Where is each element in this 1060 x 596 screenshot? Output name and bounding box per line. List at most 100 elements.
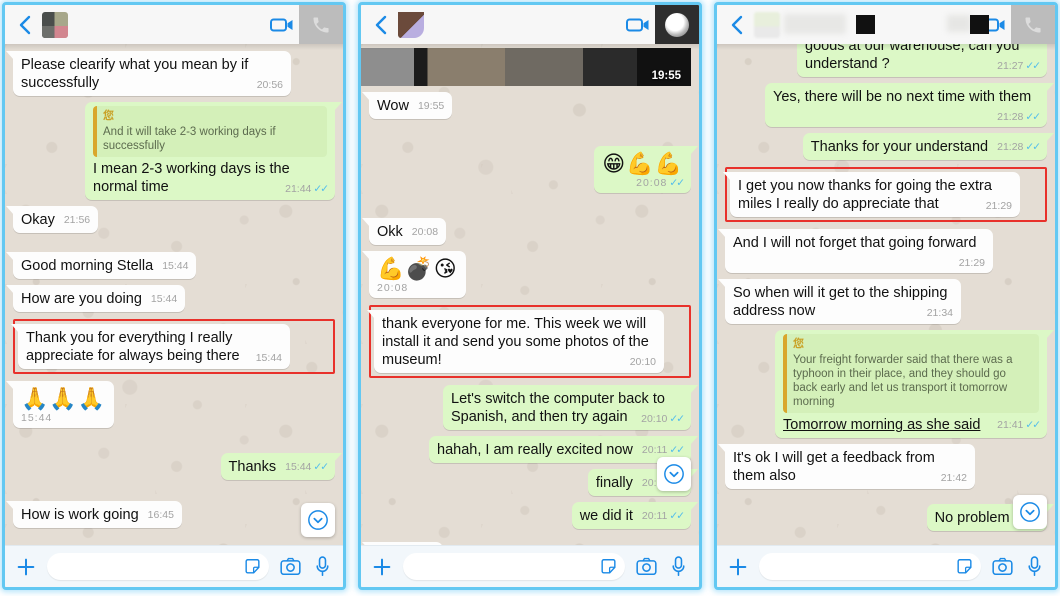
message-row[interactable]: 您 Your freight forwarder said that there… xyxy=(725,330,1054,438)
message-row[interactable]: Okay 21:56 xyxy=(5,206,335,233)
header-shadow xyxy=(5,44,343,50)
message-row[interactable]: And I will not forget that going forward… xyxy=(718,229,1047,273)
microphone-icon[interactable] xyxy=(311,556,333,577)
emoji-message-bubble[interactable]: 💪💣😘 20:08 xyxy=(362,251,466,298)
message-row[interactable]: Thanks 15:44 ✓✓ xyxy=(13,453,343,480)
message-input[interactable] xyxy=(766,555,955,578)
message-input-field[interactable] xyxy=(47,553,269,580)
sticker-icon[interactable] xyxy=(955,557,974,576)
chat-body-3[interactable]: goods at our warehouse, can you understa… xyxy=(717,44,1055,545)
message-bubble[interactable]: How are you doing 15:44 xyxy=(5,285,186,312)
message-input[interactable] xyxy=(54,555,243,578)
emoji-message-bubble[interactable]: 🙏🙏🙏 15:44 xyxy=(5,381,115,428)
message-row[interactable]: 您 And it will take 2-3 working days if s… xyxy=(13,102,342,200)
message-input-field[interactable] xyxy=(759,553,981,580)
message-text: I get you now thanks for going the extra… xyxy=(738,178,992,212)
plus-icon[interactable] xyxy=(371,556,393,578)
voice-call-icon[interactable] xyxy=(655,5,699,44)
message-input-field[interactable] xyxy=(403,553,625,580)
message-bubble[interactable]: How is work going 16:45 xyxy=(6,501,182,528)
message-bubble[interactable]: Please clearify what you mean by if succ… xyxy=(6,51,291,96)
message-bubble[interactable]: And I will not forget that going forward… xyxy=(718,229,993,273)
video-call-icon[interactable] xyxy=(621,5,655,44)
photo-message[interactable]: 19:55 xyxy=(361,48,691,86)
scroll-to-bottom-button[interactable] xyxy=(1013,495,1047,529)
contact-name-redacted[interactable] xyxy=(72,12,265,38)
voice-call-icon[interactable] xyxy=(299,5,343,44)
message-bubble[interactable]: Thanks 15:44 ✓✓ xyxy=(220,453,343,480)
back-chevron-icon[interactable] xyxy=(13,12,35,38)
message-bubble[interactable]: we did it 20:11 ✓✓ xyxy=(571,502,699,529)
back-chevron-icon[interactable] xyxy=(725,12,747,38)
back-chevron-icon[interactable] xyxy=(369,12,391,38)
message-row[interactable]: How is work going 16:45 xyxy=(6,501,335,528)
message-row[interactable]: Okk 20:08 xyxy=(361,218,691,245)
message-bubble[interactable]: Thank you for everything I really apprec… xyxy=(11,324,290,369)
message-bubble[interactable]: I get you now thanks for going the extra… xyxy=(723,172,1020,217)
message-row[interactable]: Let's switch the computer back to Spanis… xyxy=(369,385,698,430)
camera-icon[interactable] xyxy=(635,557,657,576)
message-row[interactable]: 🙏🙏🙏 15:44 xyxy=(5,381,335,428)
message-bubble[interactable]: hahah, I am really excited now 20:11 ✓✓ xyxy=(429,436,698,463)
message-bubble[interactable]: 您 Your freight forwarder said that there… xyxy=(775,330,1054,438)
sticker-icon[interactable] xyxy=(243,557,262,576)
message-row[interactable]: goods at our warehouse, can you understa… xyxy=(725,44,1047,77)
message-row[interactable]: yes 20:12 xyxy=(362,542,691,545)
avatar[interactable] xyxy=(42,11,68,38)
contact-name-redacted[interactable] xyxy=(784,12,989,38)
message-bubble[interactable]: Let's switch the computer back to Spanis… xyxy=(443,385,698,430)
message-bubble[interactable]: Okay 21:56 xyxy=(5,206,99,233)
message-bubble[interactable]: yes 20:12 xyxy=(362,542,443,545)
message-text: Okk xyxy=(377,224,403,240)
camera-icon[interactable] xyxy=(279,557,301,576)
message-row[interactable]: Thanks for your understand 21:28 ✓✓ xyxy=(725,133,1055,160)
message-row[interactable]: It's ok I will get a feedback from them … xyxy=(718,444,1047,489)
message-bubble[interactable]: It's ok I will get a feedback from them … xyxy=(718,444,975,489)
message-input-bar-1 xyxy=(5,545,343,587)
message-row[interactable]: How are you doing 15:44 xyxy=(5,285,335,312)
message-time: 16:45 xyxy=(147,509,174,521)
read-receipt-icon: ✓✓ xyxy=(1025,111,1041,123)
sticker-icon[interactable] xyxy=(599,557,618,576)
avatar[interactable] xyxy=(398,11,424,38)
message-row[interactable]: So when will it get to the shipping addr… xyxy=(718,279,1047,324)
message-row[interactable]: Wow 19:55 xyxy=(361,92,691,119)
message-time: 20:11✓✓ xyxy=(641,444,685,456)
message-bubble[interactable]: Okk 20:08 xyxy=(361,218,447,245)
message-row[interactable]: Good morning Stella 15:44 xyxy=(5,252,335,279)
quoted-reply[interactable]: 您 And it will take 2-3 working days if s… xyxy=(93,106,327,157)
microphone-icon[interactable] xyxy=(1023,556,1045,577)
chat-header-3 xyxy=(717,5,1055,50)
message-row[interactable]: finally 20:11✓✓ xyxy=(369,469,699,496)
message-row[interactable]: hahah, I am really excited now 20:11 ✓✓ xyxy=(369,436,698,463)
message-bubble[interactable]: 您 And it will take 2-3 working days if s… xyxy=(85,102,342,200)
message-bubble[interactable]: thank everyone for me. This week we will… xyxy=(367,310,664,373)
chat-body-1[interactable]: Please clearify what you mean by if succ… xyxy=(5,44,343,545)
avatar[interactable] xyxy=(754,11,780,38)
message-row[interactable]: we did it 20:11 ✓✓ xyxy=(369,502,699,529)
voice-call-icon[interactable] xyxy=(1011,5,1055,44)
message-row[interactable]: No problem 21:4 xyxy=(725,504,1055,531)
microphone-icon[interactable] xyxy=(667,556,689,577)
plus-icon[interactable] xyxy=(727,556,749,578)
message-bubble[interactable]: Thanks for your understand 21:28 ✓✓ xyxy=(802,133,1055,160)
message-row[interactable]: 😁💪💪 20:08 ✓✓ xyxy=(369,146,698,193)
plus-icon[interactable] xyxy=(15,556,37,578)
camera-icon[interactable] xyxy=(991,557,1013,576)
message-row[interactable]: Yes, there will be no next time with the… xyxy=(725,83,1054,127)
emoji-message-bubble[interactable]: 😁💪💪 20:08 ✓✓ xyxy=(594,146,698,193)
message-row[interactable]: 💪💣😘 20:08 xyxy=(362,251,691,298)
scroll-to-bottom-button[interactable] xyxy=(657,457,691,491)
message-input[interactable] xyxy=(410,555,599,578)
scroll-to-bottom-button[interactable] xyxy=(301,503,335,537)
message-bubble[interactable]: Good morning Stella 15:44 xyxy=(5,252,197,279)
message-row[interactable]: 19:55 xyxy=(361,48,699,86)
message-bubble[interactable]: Yes, there will be no next time with the… xyxy=(765,83,1054,127)
contact-name-redacted[interactable] xyxy=(428,12,621,38)
chat-body-2[interactable]: 19:55 Wow 19:55 😁💪💪 20:08 ✓✓ Okk 20:08 💪… xyxy=(361,44,699,545)
video-call-icon[interactable] xyxy=(265,5,299,44)
quoted-reply[interactable]: 您 Your freight forwarder said that there… xyxy=(783,334,1039,413)
message-row[interactable]: Please clearify what you mean by if succ… xyxy=(6,51,335,96)
message-bubble[interactable]: So when will it get to the shipping addr… xyxy=(718,279,961,324)
message-bubble[interactable]: Wow 19:55 xyxy=(361,92,453,119)
